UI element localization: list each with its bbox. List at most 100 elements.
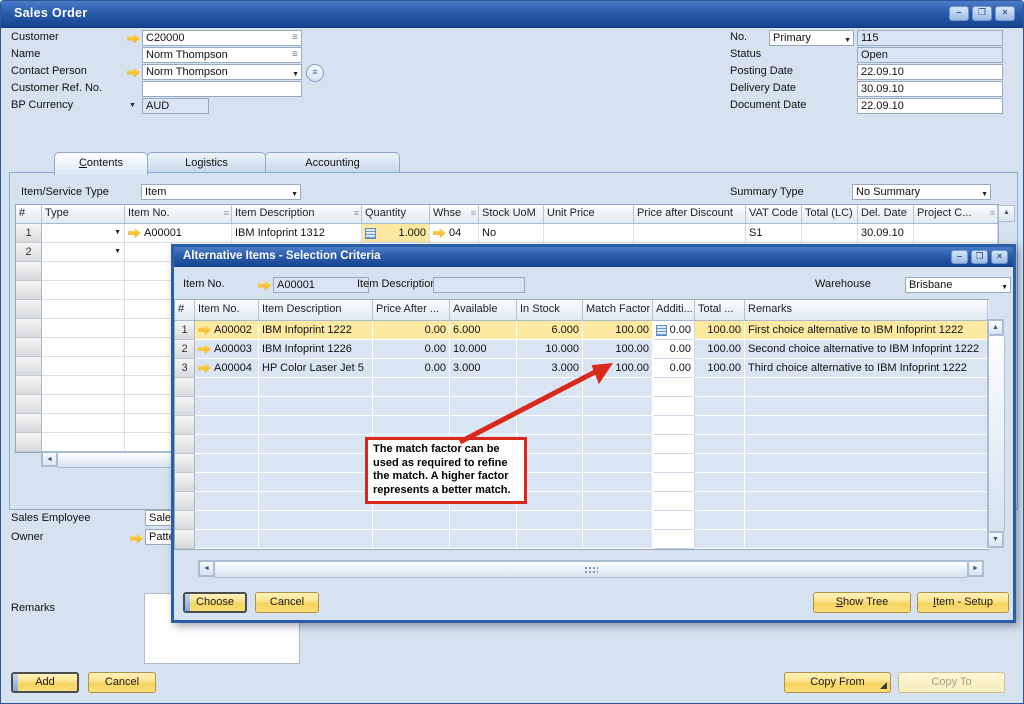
- scroll-right-icon[interactable]: ►: [968, 561, 983, 576]
- table-row[interactable]: 3 A00004 HP Color Laser Jet 5 0.00 3.000…: [175, 359, 989, 378]
- price-after-discount-cell[interactable]: [634, 224, 746, 243]
- scrollbar-thumb[interactable]: [988, 335, 1005, 532]
- contact-list-button[interactable]: ≡: [306, 64, 324, 82]
- remarks-cell[interactable]: Second choice alternative to IBM Infopri…: [745, 340, 988, 359]
- maximize-icon[interactable]: ❐: [972, 6, 992, 21]
- scroll-up-icon[interactable]: ▲: [998, 205, 1015, 222]
- additional-cell[interactable]: 0.00: [653, 321, 695, 340]
- table-row[interactable]: 2 A00003 IBM Infoprint 1226 0.00 10.000 …: [175, 340, 989, 359]
- del-date-cell[interactable]: 30.09.10: [858, 224, 914, 243]
- scroll-left-icon[interactable]: ◄: [42, 452, 57, 466]
- bp-currency-label[interactable]: BP Currency: [11, 99, 73, 111]
- remarks-cell[interactable]: Third choice alternative to IBM Infoprin…: [745, 359, 988, 378]
- link-arrow-icon[interactable]: [433, 227, 446, 239]
- item-description-cell[interactable]: IBM Infoprint 1226: [259, 340, 373, 359]
- scroll-down-icon[interactable]: ▼: [988, 532, 1003, 547]
- item-description-cell[interactable]: IBM Infoprint 1222: [259, 321, 373, 340]
- col-stock-uom[interactable]: Stock UoM: [479, 205, 544, 223]
- item-link-arrow-icon[interactable]: [258, 280, 271, 291]
- add-button[interactable]: Add: [11, 672, 79, 693]
- scroll-left-icon[interactable]: ◄: [199, 561, 214, 576]
- contact-person-field[interactable]: Norm Thompson ▼: [142, 64, 302, 80]
- available-cell[interactable]: 3.000: [450, 359, 517, 378]
- available-cell[interactable]: 10.000: [450, 340, 517, 359]
- col-match-factor[interactable]: Match Factor: [583, 300, 653, 320]
- col-total[interactable]: Total ...: [695, 300, 745, 320]
- summary-type-select[interactable]: No Summary ▼: [852, 184, 991, 200]
- item-service-type-select[interactable]: Item ▼: [141, 184, 301, 200]
- col-available[interactable]: Available: [450, 300, 517, 320]
- in-stock-cell[interactable]: 6.000: [517, 321, 583, 340]
- cancel-button[interactable]: Cancel: [88, 672, 156, 693]
- alternatives-table-header[interactable]: # Item No. Item Description Price After …: [175, 300, 989, 321]
- whse-cell[interactable]: 04: [430, 224, 479, 243]
- tab-logistics[interactable]: Logistics: [147, 152, 266, 174]
- delivery-date-field[interactable]: 30.09.10: [857, 81, 1003, 97]
- empty-row[interactable]: [175, 492, 989, 511]
- dialog-cancel-button[interactable]: Cancel: [255, 592, 319, 613]
- link-arrow-icon[interactable]: [128, 227, 141, 239]
- item-description-cell[interactable]: HP Color Laser Jet 5: [259, 359, 373, 378]
- col-unit-price[interactable]: Unit Price: [544, 205, 634, 223]
- tab-contents[interactable]: Contents: [54, 152, 148, 175]
- chevron-down-icon[interactable]: ▼: [292, 68, 299, 79]
- item-no-cell[interactable]: A00001: [125, 224, 232, 243]
- col-additional[interactable]: Additi...: [653, 300, 695, 320]
- name-field[interactable]: Norm Thompson ≡: [142, 47, 302, 63]
- minimize-icon[interactable]: –: [951, 250, 968, 264]
- chevron-down-icon[interactable]: ▼: [981, 188, 988, 199]
- price-after-cell[interactable]: 0.00: [373, 340, 450, 359]
- chevron-down-icon[interactable]: ▼: [1001, 281, 1008, 292]
- empty-row[interactable]: [175, 378, 989, 397]
- type-cell[interactable]: ▼: [42, 224, 125, 243]
- empty-row[interactable]: [175, 435, 989, 454]
- window-titlebar[interactable]: Sales Order – ❐ ×: [1, 1, 1023, 28]
- vat-code-cell[interactable]: S1: [746, 224, 802, 243]
- additional-cell[interactable]: 0.00: [653, 340, 695, 359]
- additional-cell[interactable]: 0.00: [653, 359, 695, 378]
- match-factor-cell[interactable]: 100.00: [583, 359, 653, 378]
- price-after-cell[interactable]: 0.00: [373, 359, 450, 378]
- col-remarks[interactable]: Remarks: [745, 300, 988, 320]
- col-quantity[interactable]: Quantity: [362, 205, 430, 223]
- scrollbar-thumb[interactable]: [214, 561, 968, 578]
- link-arrow-icon[interactable]: [198, 324, 211, 336]
- item-no-cell[interactable]: A00003: [195, 340, 259, 359]
- copy-from-button[interactable]: Copy From: [784, 672, 891, 693]
- col-price-after-discount[interactable]: Price after Discount: [634, 205, 746, 223]
- table-row[interactable]: 1 ▼ A00001 IBM Infoprint 1312 1.000 04 N…: [16, 224, 998, 243]
- item-no-cell[interactable]: A00004: [195, 359, 259, 378]
- col-num[interactable]: #: [16, 205, 42, 223]
- item-setup-button[interactable]: Item - Setup: [917, 592, 1009, 613]
- chevron-down-icon[interactable]: ▼: [114, 224, 121, 242]
- col-num[interactable]: #: [175, 300, 195, 320]
- empty-row[interactable]: [175, 397, 989, 416]
- empty-row[interactable]: [175, 416, 989, 435]
- col-del-date[interactable]: Del. Date: [858, 205, 914, 223]
- col-item-description[interactable]: Item Description ≡: [232, 205, 362, 223]
- col-whse[interactable]: Whse ≡: [430, 205, 479, 223]
- alternatives-table[interactable]: # Item No. Item Description Price After …: [174, 299, 989, 550]
- available-cell[interactable]: 6.000: [450, 321, 517, 340]
- in-stock-cell[interactable]: 10.000: [517, 340, 583, 359]
- additional-detail-icon[interactable]: [656, 324, 667, 336]
- link-arrow-icon[interactable]: [198, 362, 211, 374]
- chevron-down-icon[interactable]: ▼: [291, 188, 298, 199]
- total-lc-cell[interactable]: [802, 224, 858, 243]
- document-date-field[interactable]: 22.09.10: [857, 98, 1003, 114]
- contact-link-arrow-icon[interactable]: [127, 67, 140, 78]
- minimize-icon[interactable]: –: [949, 6, 969, 21]
- in-stock-cell[interactable]: 3.000: [517, 359, 583, 378]
- item-no-cell[interactable]: A00002: [195, 321, 259, 340]
- col-in-stock[interactable]: In Stock: [517, 300, 583, 320]
- choose-button[interactable]: Choose: [183, 592, 247, 613]
- alternatives-hscrollbar[interactable]: ◄ ►: [198, 560, 984, 578]
- customer-link-arrow-icon[interactable]: [127, 33, 140, 44]
- tab-accounting[interactable]: Accounting: [265, 152, 400, 174]
- price-after-cell[interactable]: 0.00: [373, 321, 450, 340]
- empty-row[interactable]: [175, 511, 989, 530]
- posting-date-field[interactable]: 22.09.10: [857, 64, 1003, 80]
- maximize-icon[interactable]: ❐: [971, 250, 988, 264]
- chevron-down-icon[interactable]: ▼: [114, 243, 121, 261]
- col-item-no[interactable]: Item No. ≡: [125, 205, 232, 223]
